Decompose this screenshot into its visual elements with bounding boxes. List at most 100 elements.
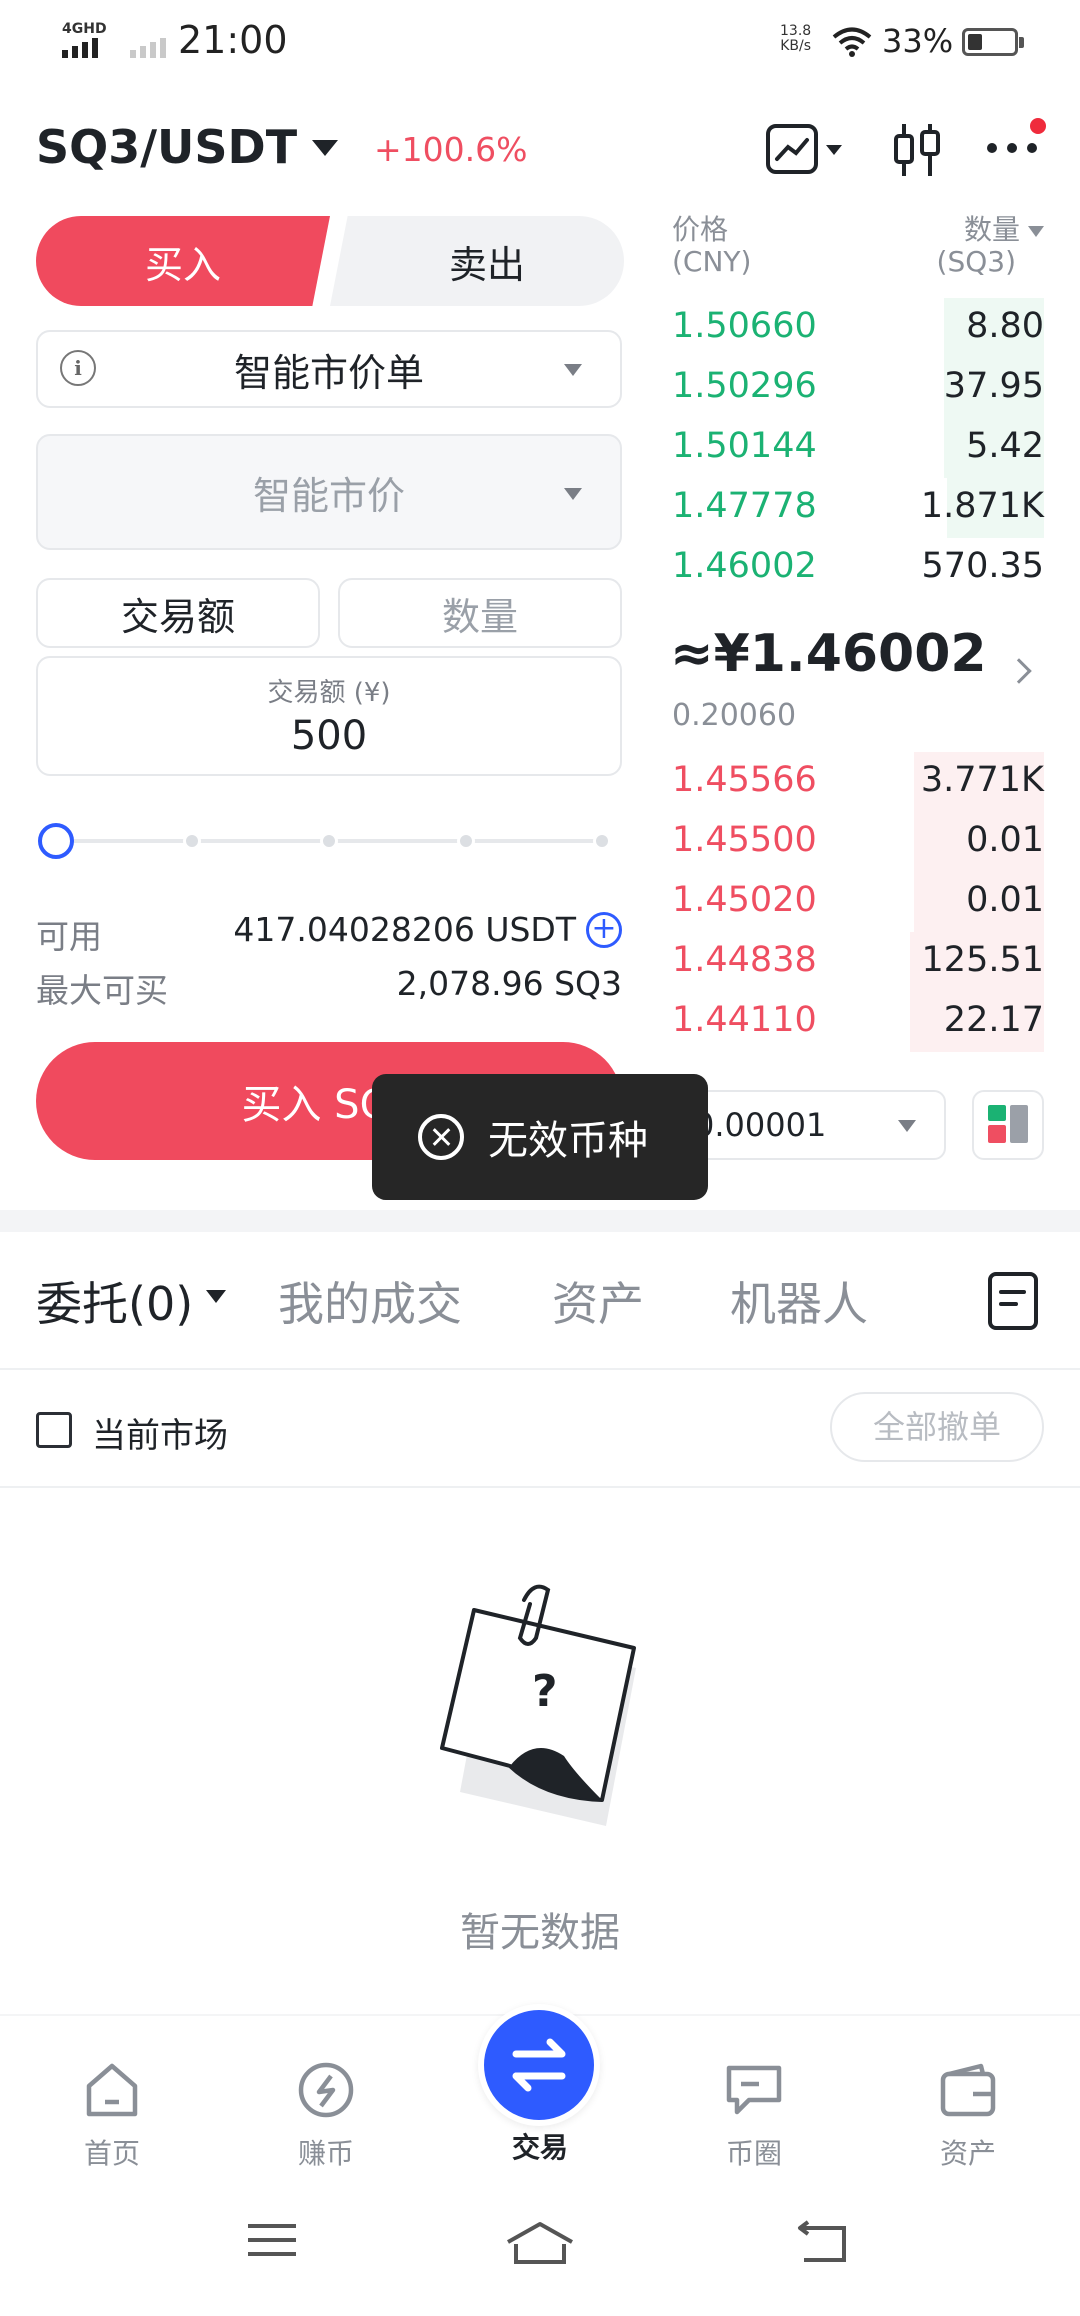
section-divider — [0, 1210, 1080, 1232]
order-price: 1.44110 — [672, 1000, 817, 1040]
tab-my-trades[interactable]: 我的成交 — [278, 1268, 462, 1334]
price-placeholder: 智能市价 — [252, 473, 405, 518]
amount-value: 500 — [290, 713, 368, 759]
last-price: ≈¥1.46002 — [670, 624, 987, 684]
nav-earn[interactable]: 赚币 — [256, 2060, 396, 2172]
nav-home[interactable]: 首页 — [42, 2060, 182, 2172]
order-history-icon[interactable] — [986, 1270, 1042, 1332]
slider-step-50[interactable] — [320, 832, 338, 850]
slider-step-25[interactable] — [183, 832, 201, 850]
order-price: 1.45500 — [672, 820, 817, 860]
menu-icon[interactable] — [244, 2220, 300, 2260]
current-market-checkbox[interactable] — [36, 1412, 72, 1448]
order-quantity: 125.51 — [921, 940, 1044, 980]
toast: 无效币种 — [372, 1074, 708, 1200]
bid-row[interactable]: 1.44838 125.51 — [672, 932, 1044, 992]
chevron-right-icon[interactable] — [1006, 658, 1032, 684]
amount-label: 交易额 (¥) — [267, 678, 391, 708]
chevron-down-icon[interactable] — [206, 1290, 226, 1303]
slider-step-100[interactable] — [593, 832, 611, 850]
layout-icon — [988, 1105, 1028, 1143]
bid-row[interactable]: 1.44110 22.17 — [672, 992, 1044, 1052]
nav-earn-label: 赚币 — [297, 2137, 354, 2170]
tab-robot[interactable]: 机器人 — [730, 1268, 868, 1334]
bid-row[interactable]: 1.45566 3.771K — [672, 752, 1044, 812]
chart-icon[interactable] — [766, 122, 856, 178]
system-home-icon[interactable] — [504, 2220, 576, 2266]
chevron-down-icon — [564, 364, 582, 376]
add-funds-icon[interactable]: + — [586, 912, 622, 948]
question-glyph: ? — [532, 1666, 558, 1717]
nav-community-label: 币圈 — [725, 2137, 782, 2170]
nav-trade[interactable]: 交易 — [470, 2126, 610, 2166]
tab-sell[interactable]: 卖出 — [330, 216, 624, 306]
price-column-header: 价格 (CNY) — [672, 214, 751, 278]
chat-icon — [726, 2065, 782, 2115]
bid-row[interactable]: 1.45500 0.01 — [672, 812, 1044, 872]
slider-step-75[interactable] — [457, 832, 475, 850]
order-quantity: 8.80 — [966, 306, 1044, 346]
network-type: 4GHD — [62, 21, 107, 37]
ask-row[interactable]: 1.50144 5.42 — [672, 418, 1044, 478]
candlestick-icon[interactable] — [890, 120, 946, 180]
amount-input[interactable]: 交易额 (¥) 500 — [36, 656, 622, 776]
segment-amount[interactable]: 交易额 — [36, 578, 320, 648]
speed-value: 13.8 — [780, 23, 812, 39]
max-buy-value: 2,078.96 SQ3 — [396, 964, 622, 1003]
order-price: 1.50296 — [672, 366, 817, 406]
nav-community[interactable]: 币圈 — [684, 2060, 824, 2172]
order-quantity: 570.35 — [921, 546, 1044, 586]
nav-trade-fab[interactable] — [478, 2004, 600, 2126]
order-quantity: 0.01 — [966, 820, 1044, 860]
current-market-label: 当前市场 — [92, 1416, 228, 1456]
qty-column-header[interactable]: 数量 (SQ3) — [920, 214, 1044, 278]
ask-row[interactable]: 1.50296 37.95 — [672, 358, 1044, 418]
pair-dropdown-icon[interactable] — [312, 140, 338, 156]
trade-swap-icon — [512, 2038, 566, 2092]
status-bar: 4GHD 21:00 13.8 KB/s 33% — [0, 0, 1080, 84]
chevron-down-icon — [1028, 225, 1044, 237]
price-field[interactable]: 智能市价 — [36, 434, 622, 550]
order-quantity: 37.95 — [943, 366, 1044, 406]
segment-quantity[interactable]: 数量 — [338, 578, 622, 648]
trading-pair[interactable]: SQ3/USDT — [36, 120, 297, 174]
network-speed: 13.8 KB/s — [780, 24, 811, 54]
cancel-all-button[interactable]: 全部撤单 — [830, 1392, 1044, 1462]
order-price: 1.50144 — [672, 426, 817, 466]
orderbook-layout-button[interactable] — [972, 1090, 1044, 1160]
nav-trade-label: 交易 — [511, 2131, 568, 2164]
precision-select[interactable]: 0.00001 — [672, 1090, 946, 1160]
speed-unit: KB/s — [780, 38, 811, 54]
ask-row[interactable]: 1.50660 8.80 — [672, 298, 1044, 358]
qty-unit: (SQ3) — [936, 245, 1016, 278]
ask-row[interactable]: 1.47778 1.871K — [672, 478, 1044, 538]
precision-value: 0.00001 — [694, 1106, 827, 1144]
more-icon[interactable] — [984, 114, 1048, 174]
empty-state-illustration: ? — [440, 1584, 636, 1826]
back-icon[interactable] — [794, 2220, 852, 2264]
order-type-select[interactable]: i 智能市价单 — [36, 330, 622, 408]
tab-buy[interactable]: 买入 — [36, 216, 330, 306]
ask-row[interactable]: 1.46002 570.35 — [672, 538, 1044, 598]
order-price: 1.45020 — [672, 880, 817, 920]
signal-icon — [62, 36, 98, 58]
order-price: 1.44838 — [672, 940, 817, 980]
error-icon — [418, 1114, 464, 1160]
price-unit: (CNY) — [672, 245, 752, 278]
order-price: 1.46002 — [672, 546, 817, 586]
earn-icon — [298, 2062, 354, 2118]
battery-icon — [962, 28, 1024, 56]
order-quantity: 5.42 — [966, 426, 1044, 466]
info-icon[interactable]: i — [60, 350, 96, 386]
divider — [0, 1368, 1080, 1370]
tab-orders[interactable]: 委托(0) — [36, 1268, 193, 1334]
slider-handle[interactable] — [38, 823, 74, 859]
empty-text: 暂无数据 — [460, 1910, 620, 1956]
signal-2-icon — [130, 36, 166, 58]
order-price: 1.47778 — [672, 486, 817, 526]
nav-assets[interactable]: 资产 — [898, 2060, 1038, 2172]
order-quantity: 0.01 — [966, 880, 1044, 920]
bid-row[interactable]: 1.45020 0.01 — [672, 872, 1044, 932]
order-price: 1.45566 — [672, 760, 817, 800]
tab-assets[interactable]: 资产 — [552, 1268, 644, 1334]
